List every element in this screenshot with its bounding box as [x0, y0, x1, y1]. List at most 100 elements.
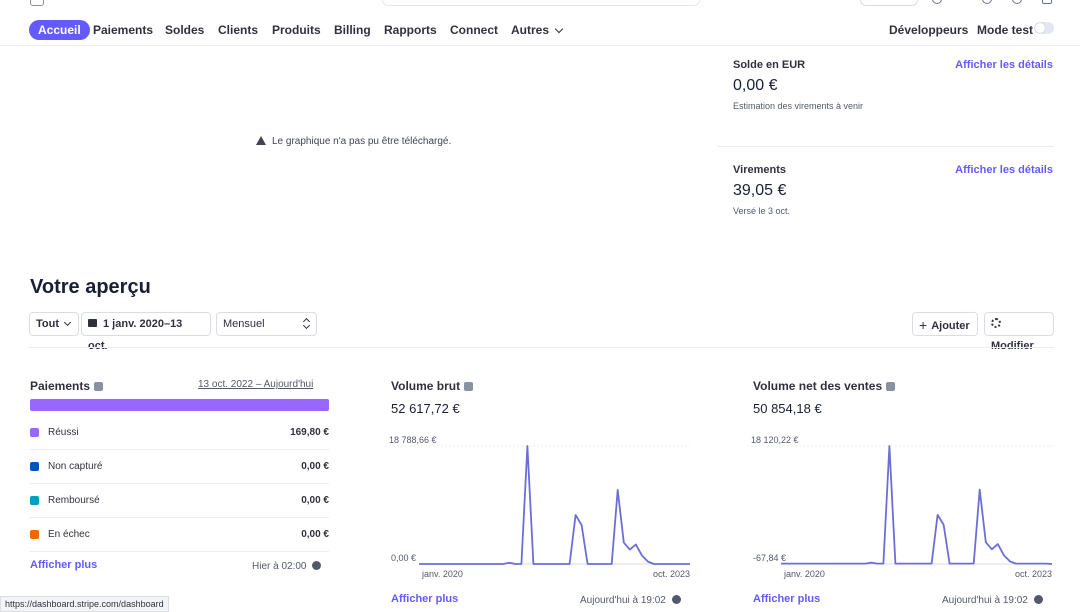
gross-title-text: Volume brut [391, 379, 461, 393]
test-mode-toggle[interactable] [1034, 22, 1054, 34]
net-chart-series-line [781, 445, 1053, 565]
payments-updated-text: Hier à 02:00 [252, 561, 307, 572]
status-dot [30, 428, 39, 437]
payment-row-label: Réussi [48, 427, 79, 438]
chart-error-text: Le graphique n'a pas pu être téléchargé. [272, 136, 452, 147]
gross-chart-x-start-label: janv. 2020 [421, 569, 463, 579]
divider [718, 146, 1054, 147]
payouts-amount: 39,05 € [733, 182, 787, 199]
clock-icon [1033, 595, 1043, 604]
filter-all-select[interactable]: Tout [29, 312, 79, 336]
warning-icon [256, 136, 266, 145]
gross-title: Volume brut [391, 379, 474, 393]
menu-icon[interactable] [30, 0, 44, 6]
gross-chart-y-min-label: 0,00 € [391, 553, 416, 563]
balance-sub: Estimation des virements à venir [733, 101, 864, 111]
nav-paiements[interactable]: Paiements [93, 20, 153, 40]
net-more-link[interactable]: Afficher plus [753, 593, 820, 605]
payment-row-label: En échec [48, 529, 90, 540]
payment-row-value: 0,00 € [301, 529, 329, 540]
top-button[interactable] [860, 0, 918, 6]
net-updated: Aujourd'hui à 19:02 [942, 594, 1043, 606]
payment-row-value: 0,00 € [301, 461, 329, 472]
overview-title: Votre aperçu [30, 276, 151, 298]
nav-soldes[interactable]: Soldes [165, 20, 204, 40]
info-icon[interactable] [886, 382, 896, 391]
divider [29, 347, 1054, 348]
gear-icon [991, 318, 1001, 328]
nav-connect[interactable]: Connect [450, 20, 498, 40]
payment-row-value: 169,80 € [290, 427, 329, 438]
payment-row-label: Non capturé [48, 461, 103, 472]
net-title-text: Volume net des ventes [753, 379, 883, 393]
search-input[interactable] [382, 0, 700, 6]
net-total: 50 854,18 € [753, 401, 822, 416]
status-dot [30, 462, 39, 471]
date-range-picker[interactable]: 1 janv. 2020–13 oct. [81, 312, 211, 352]
nav-rapports[interactable]: Rapports [384, 20, 437, 40]
add-label: Ajouter [931, 320, 970, 332]
main-nav: Accueil Paiements Soldes Clients Produit… [0, 14, 1080, 46]
net-chart[interactable]: 18 120,22 € -67,84 € janv. 2020 oct. 2023 [747, 432, 1057, 582]
top-bar [0, 0, 1080, 10]
edit-label: Modifier [991, 340, 1034, 352]
payment-row-succeeded[interactable]: Réussi 169,80 € [30, 416, 329, 450]
status-bar-url: https://dashboard.stripe.com/dashboard [0, 596, 169, 612]
status-dot [30, 530, 39, 539]
payments-more-link[interactable]: Afficher plus [30, 559, 97, 571]
chevron-down-icon [63, 318, 72, 327]
nav-clients[interactable]: Clients [218, 20, 258, 40]
net-chart-x-start-label: janv. 2020 [783, 569, 825, 579]
gross-chart[interactable]: 18 788,66 € 0,00 € janv. 2020 oct. 2023 [385, 432, 695, 582]
chevron-down-icon [554, 24, 564, 34]
edit-button[interactable]: Modifier [984, 312, 1054, 352]
gross-total: 52 617,72 € [391, 401, 460, 416]
gross-updated: Aujourd'hui à 19:02 [580, 594, 681, 606]
gross-updated-text: Aujourd'hui à 19:02 [580, 595, 666, 606]
calendar-icon [88, 319, 97, 327]
payment-row-uncaptured[interactable]: Non capturé 0,00 € [30, 450, 329, 484]
net-chart-x-end-label: oct. 2023 [1015, 569, 1052, 579]
net-updated-text: Aujourd'hui à 19:02 [942, 595, 1028, 606]
add-button[interactable]: + Ajouter [912, 312, 978, 336]
status-dot [30, 496, 39, 505]
balance-amount: 0,00 € [733, 77, 778, 94]
chart-error-message: Le graphique n'a pas pu être téléchargé. [256, 135, 451, 147]
info-icon[interactable] [464, 382, 474, 391]
clock-icon [312, 561, 322, 570]
interval-select[interactable]: Mensuel [216, 312, 317, 336]
nav-produits[interactable]: Produits [272, 20, 321, 40]
payments-bar [30, 399, 329, 411]
gross-more-link[interactable]: Afficher plus [391, 593, 458, 605]
notification-icon[interactable] [982, 0, 992, 4]
balance-details-link[interactable]: Afficher les détails [955, 59, 1053, 71]
help-icon[interactable] [932, 0, 942, 4]
payment-row-failed[interactable]: En échec 0,00 € [30, 518, 329, 552]
payment-row-value: 0,00 € [301, 495, 329, 506]
payment-row-label: Remboursé [48, 495, 100, 506]
account-icon[interactable] [1042, 0, 1052, 4]
payments-updated: Hier à 02:00 [252, 560, 322, 572]
developers-link[interactable]: Développeurs [889, 20, 968, 40]
plus-icon: + [919, 317, 928, 333]
nav-autres[interactable]: Autres [511, 20, 564, 40]
clock-icon [671, 595, 681, 604]
filter-all-label: Tout [36, 318, 60, 330]
net-chart-y-max-label: 18 120,22 € [751, 435, 799, 445]
nav-accueil[interactable]: Accueil [29, 20, 90, 40]
info-icon[interactable] [94, 382, 104, 391]
payouts-sub: Versé le 3 oct. [733, 206, 791, 216]
updown-icon [304, 318, 310, 330]
payouts-details-link[interactable]: Afficher les détails [955, 164, 1053, 176]
payouts-block: Virements Afficher les détails 39,05 € V… [733, 164, 1053, 216]
balance-block: Solde en EUR Afficher les détails 0,00 €… [733, 59, 1053, 111]
settings-icon[interactable] [1012, 0, 1022, 4]
nav-billing[interactable]: Billing [334, 20, 371, 40]
interval-label: Mensuel [223, 318, 265, 330]
test-mode-label: Mode test [977, 23, 1034, 37]
net-chart-y-min-label: -67,84 € [753, 553, 786, 563]
payments-range[interactable]: 13 oct. 2022 – Aujourd'hui [198, 379, 313, 390]
payments-title-text: Paiements [30, 379, 91, 393]
nav-autres-label: Autres [511, 23, 550, 37]
payment-row-refunded[interactable]: Remboursé 0,00 € [30, 484, 329, 518]
